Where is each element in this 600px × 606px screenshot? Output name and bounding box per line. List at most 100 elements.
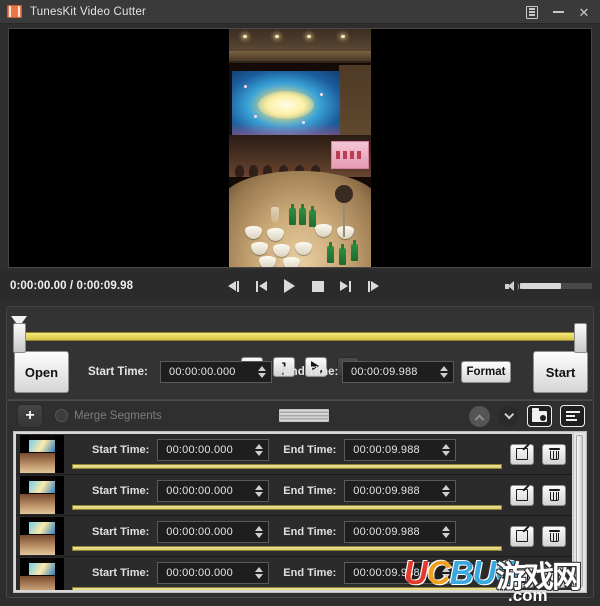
segment-thumbnail [20, 558, 64, 590]
segment-end-input[interactable]: 00:00:09.988 [344, 521, 457, 543]
open-button[interactable]: Open [14, 351, 69, 393]
segments-tool-buttons [469, 405, 585, 427]
segment-actions [510, 443, 566, 465]
trim-handle-start[interactable] [13, 323, 26, 353]
menu-icon[interactable] [520, 1, 544, 23]
segments-scrollbar-thumb[interactable] [576, 435, 583, 587]
segment-start-stepper[interactable] [252, 523, 266, 541]
segment-end-value: 00:00:09.988 [353, 444, 420, 456]
segment-end-stepper[interactable] [439, 523, 453, 541]
segment-fields: Start Time: 00:00:00.000 End Time: 00:00… [64, 521, 510, 543]
segment-edit-button[interactable] [510, 525, 534, 547]
segment-start-input[interactable]: 00:00:00.000 [157, 480, 270, 502]
move-up-button[interactable] [469, 405, 490, 427]
format-button[interactable]: Format [461, 361, 511, 383]
segments-list-viewport: Start Time: 00:00:00.000 End Time: 00:00… [16, 434, 572, 590]
forward-icon[interactable] [336, 278, 355, 294]
segment-start-value: 00:00:00.000 [166, 567, 233, 579]
table-row[interactable]: Start Time: 00:00:00.000 End Time: 00:00… [16, 434, 572, 475]
skip-forward-icon[interactable] [364, 278, 383, 294]
segment-delete-button[interactable] [542, 484, 566, 506]
segment-start-input[interactable]: 00:00:00.000 [157, 521, 270, 543]
rewind-icon[interactable] [252, 278, 271, 294]
segment-end-stepper[interactable] [439, 564, 453, 582]
segment-thumbnail [20, 517, 64, 555]
segment-end-stepper[interactable] [439, 441, 453, 459]
start-time-stepper[interactable] [255, 363, 269, 381]
stop-icon[interactable] [308, 278, 327, 294]
trim-selection-bar[interactable] [19, 332, 581, 341]
bottle [299, 204, 306, 225]
end-time-input[interactable]: 00:00:09.988 [342, 361, 454, 383]
segment-timeline-bar[interactable] [72, 464, 502, 469]
segment-timeline-bar[interactable] [72, 587, 502, 590]
minimize-icon[interactable] [546, 1, 570, 23]
segment-body: Start Time: 00:00:00.000 End Time: 00:00… [64, 557, 510, 590]
mic-stand [335, 185, 353, 237]
end-time-stepper[interactable] [437, 363, 451, 381]
volume-control[interactable] [505, 280, 592, 292]
segment-start-stepper[interactable] [252, 564, 266, 582]
close-icon[interactable]: ✕ [572, 1, 596, 23]
start-button[interactable]: Start [533, 351, 588, 393]
panel-drag-handle[interactable] [279, 409, 329, 422]
play-icon[interactable] [280, 278, 299, 294]
add-segment-button[interactable]: + [17, 404, 43, 428]
segment-start-label: Start Time: [92, 526, 150, 538]
table-row[interactable]: Start Time: 00:00:00.000 End Time: 00:00… [16, 516, 572, 557]
bottle [327, 242, 334, 263]
list-icon [565, 410, 580, 422]
ceiling-region [229, 29, 371, 63]
segment-list-button[interactable] [560, 405, 585, 427]
title-bar: TunesKit Video Cutter ✕ [0, 0, 600, 24]
segment-end-input[interactable]: 00:00:09.988 [344, 439, 457, 461]
folder-image-icon [532, 407, 547, 422]
start-time-value: 00:00:00.000 [169, 366, 236, 378]
segment-fields: Start Time: 00:00:00.000 End Time: 00:00… [64, 562, 510, 584]
transport-controls [224, 278, 383, 294]
chevron-down-icon [504, 408, 515, 419]
move-down-button[interactable] [498, 405, 519, 427]
segment-delete-button[interactable] [542, 525, 566, 547]
segments-scrollbar[interactable] [573, 433, 585, 591]
segment-thumbnail [20, 435, 64, 473]
segments-list[interactable]: Start Time: 00:00:00.000 End Time: 00:00… [13, 431, 587, 593]
segment-start-stepper[interactable] [252, 441, 266, 459]
video-preview-canvas[interactable] [8, 28, 592, 268]
segment-edit-button[interactable] [510, 443, 534, 465]
segment-end-label: End Time: [283, 526, 337, 538]
segment-delete-button[interactable] [542, 443, 566, 465]
segment-start-input[interactable]: 00:00:00.000 [157, 439, 270, 461]
segment-actions [510, 525, 566, 547]
segments-toolbar: + Merge Segments [7, 401, 593, 431]
segment-timeline-bar[interactable] [72, 505, 502, 510]
table-row[interactable]: Start Time: 00:00:00.000 End Time: 00:00… [16, 557, 572, 590]
segment-start-input[interactable]: 00:00:00.000 [157, 562, 270, 584]
skip-back-icon[interactable] [224, 278, 243, 294]
segment-end-input[interactable]: 00:00:09.988 [344, 480, 457, 502]
merge-segments-checkbox-box[interactable] [55, 409, 68, 422]
trim-handle-end[interactable] [574, 323, 587, 353]
segment-body: Start Time: 00:00:00.000 End Time: 00:00… [64, 475, 510, 515]
output-folder-button[interactable] [527, 405, 552, 427]
volume-slider[interactable] [520, 283, 592, 289]
segment-body: Start Time: 00:00:00.000 End Time: 00:00… [64, 434, 510, 474]
start-time-input[interactable]: 00:00:00.000 [160, 361, 272, 383]
segment-start-value: 00:00:00.000 [166, 526, 233, 538]
table-row[interactable]: Start Time: 00:00:00.000 End Time: 00:00… [16, 475, 572, 516]
trim-track[interactable] [11, 316, 587, 353]
segment-timeline-bar[interactable] [72, 546, 502, 551]
segment-end-stepper[interactable] [439, 482, 453, 500]
segment-end-input[interactable]: 00:00:09.988 [344, 562, 457, 584]
segment-thumbnail [20, 476, 64, 514]
segment-delete-button[interactable] [542, 566, 566, 588]
segment-end-label: End Time: [283, 485, 337, 497]
segment-edit-button[interactable] [510, 566, 534, 588]
segment-edit-button[interactable] [510, 484, 534, 506]
speaker-icon[interactable] [505, 280, 519, 292]
edit-icon [516, 489, 528, 501]
segment-start-stepper[interactable] [252, 482, 266, 500]
edit-icon [516, 571, 528, 583]
trash-icon [548, 571, 560, 583]
merge-segments-checkbox[interactable]: Merge Segments [55, 409, 162, 422]
